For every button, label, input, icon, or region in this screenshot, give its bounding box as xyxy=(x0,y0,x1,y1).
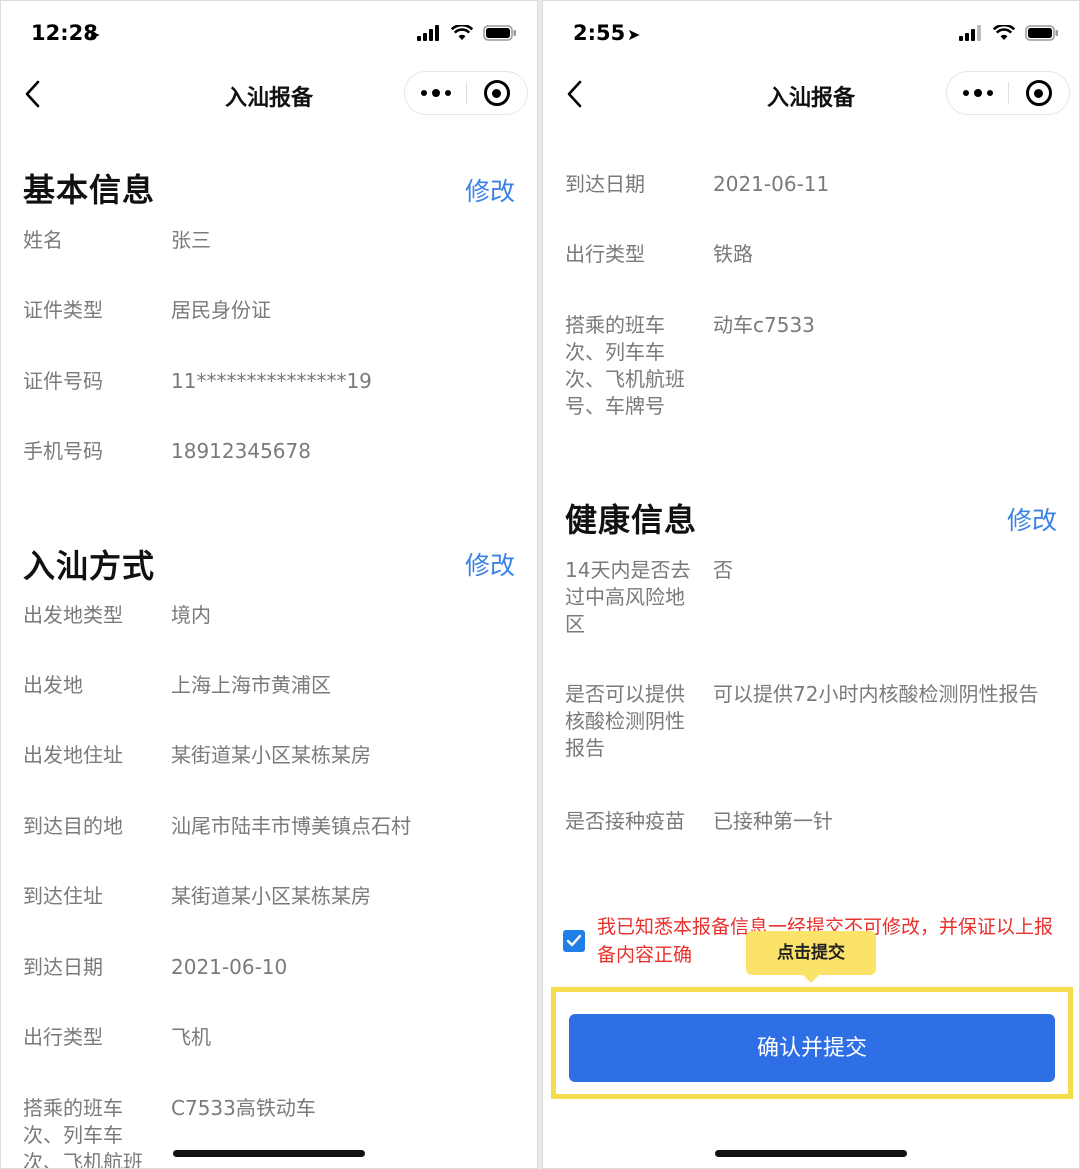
row-label: 证件类型 xyxy=(23,298,103,322)
row-label: 出发地类型 xyxy=(23,603,123,627)
wifi-icon xyxy=(451,25,473,40)
row-value: 18912345678 xyxy=(171,439,311,463)
report-content: 到达日期 2021-06-11 出行类型 铁路 搭乘的班车次、列车车次、飞机航班… xyxy=(543,125,1079,1168)
row-value: 某街道某小区某栋某房 xyxy=(171,743,371,767)
left-screen: 12:28 ➤ 入汕报备 基本信息 修改 姓名 张三 证件类型 居民身份证 证件… xyxy=(0,0,538,1169)
cellular-signal-icon xyxy=(417,25,439,41)
row-value: 2021-06-10 xyxy=(171,955,288,979)
row-label: 出行类型 xyxy=(23,1025,103,1049)
row-label: 出发地 xyxy=(23,673,83,697)
mini-program-capsule xyxy=(946,71,1070,115)
close-target-icon[interactable] xyxy=(467,71,527,115)
mini-program-capsule xyxy=(404,71,528,115)
row-value: 否 xyxy=(713,558,733,582)
submit-hint-tooltip: 点击提交 xyxy=(746,931,876,983)
row-value: 2021-06-11 xyxy=(713,172,830,196)
entry-method-edit-link[interactable]: 修改 xyxy=(465,546,515,582)
row-value: 铁路 xyxy=(713,242,753,266)
row-value: 汕尾市陆丰市博美镇点石村 xyxy=(171,814,411,838)
checkmark-icon xyxy=(566,934,582,947)
home-indicator xyxy=(715,1150,907,1157)
row-value: 上海上海市黄浦区 xyxy=(171,673,331,697)
status-bar: 2:55 ➤ xyxy=(543,1,1079,63)
row-label: 是否可以提供核酸检测阴性报告 xyxy=(565,682,685,760)
battery-icon xyxy=(1025,25,1058,41)
row-value: 已接种第一针 xyxy=(713,809,833,833)
row-label: 搭乘的班车次、列车车次、飞机航班号、车牌号 xyxy=(565,313,685,418)
health-info-edit-link[interactable]: 修改 xyxy=(1007,501,1057,537)
status-bar: 12:28 ➤ xyxy=(1,1,537,63)
battery-icon xyxy=(483,25,516,41)
location-arrow-icon: ➤ xyxy=(627,25,641,44)
entry-method-title: 入汕方式 xyxy=(23,547,156,585)
row-value: 动车c7533 xyxy=(713,313,815,337)
nav-bar: 入汕报备 xyxy=(1,63,537,125)
basic-info-title: 基本信息 xyxy=(23,171,156,209)
location-arrow-icon: ➤ xyxy=(87,25,101,44)
more-icon[interactable] xyxy=(947,71,1008,115)
row-label: 是否接种疫苗 xyxy=(565,809,685,833)
row-value: C7533高铁动车 xyxy=(171,1096,316,1120)
status-time: 2:55 xyxy=(573,21,626,45)
row-label: 出发地住址 xyxy=(23,743,123,767)
nav-bar: 入汕报备 xyxy=(543,63,1079,125)
wifi-icon xyxy=(993,25,1015,40)
row-label: 出行类型 xyxy=(565,242,645,266)
row-label: 证件号码 xyxy=(23,369,103,393)
row-label: 手机号码 xyxy=(23,439,103,463)
row-label: 搭乘的班车次、列车车次、飞机航班 xyxy=(23,1096,143,1169)
row-label: 到达日期 xyxy=(565,172,645,196)
health-info-title: 健康信息 xyxy=(565,501,698,539)
row-label: 14天内是否去过中高风险地区 xyxy=(565,558,691,636)
home-indicator xyxy=(173,1150,365,1157)
right-screen: 2:55 ➤ 入汕报备 到达日期 2021-06-11 出行类型 铁路 搭乘的班… xyxy=(542,0,1080,1169)
row-label: 到达住址 xyxy=(23,884,103,908)
row-label: 姓名 xyxy=(23,228,63,252)
report-content: 基本信息 修改 姓名 张三 证件类型 居民身份证 证件号码 11********… xyxy=(1,125,537,1168)
basic-info-edit-link[interactable]: 修改 xyxy=(465,172,515,208)
row-label: 到达日期 xyxy=(23,955,103,979)
row-value: 可以提供72小时内核酸检测阴性报告 xyxy=(713,682,1039,706)
row-value: 居民身份证 xyxy=(171,298,271,322)
row-value: 飞机 xyxy=(171,1025,211,1049)
row-label: 到达目的地 xyxy=(23,814,123,838)
row-value: 张三 xyxy=(171,228,211,252)
confirm-submit-button[interactable]: 确认并提交 xyxy=(569,1014,1055,1082)
close-target-icon[interactable] xyxy=(1009,71,1069,115)
consent-checkbox[interactable] xyxy=(563,930,585,952)
row-value: 某街道某小区某栋某房 xyxy=(171,884,371,908)
more-icon[interactable] xyxy=(405,71,466,115)
cellular-signal-icon xyxy=(959,25,981,41)
row-value: 境内 xyxy=(171,603,211,627)
row-value: 11***************19 xyxy=(171,369,372,393)
